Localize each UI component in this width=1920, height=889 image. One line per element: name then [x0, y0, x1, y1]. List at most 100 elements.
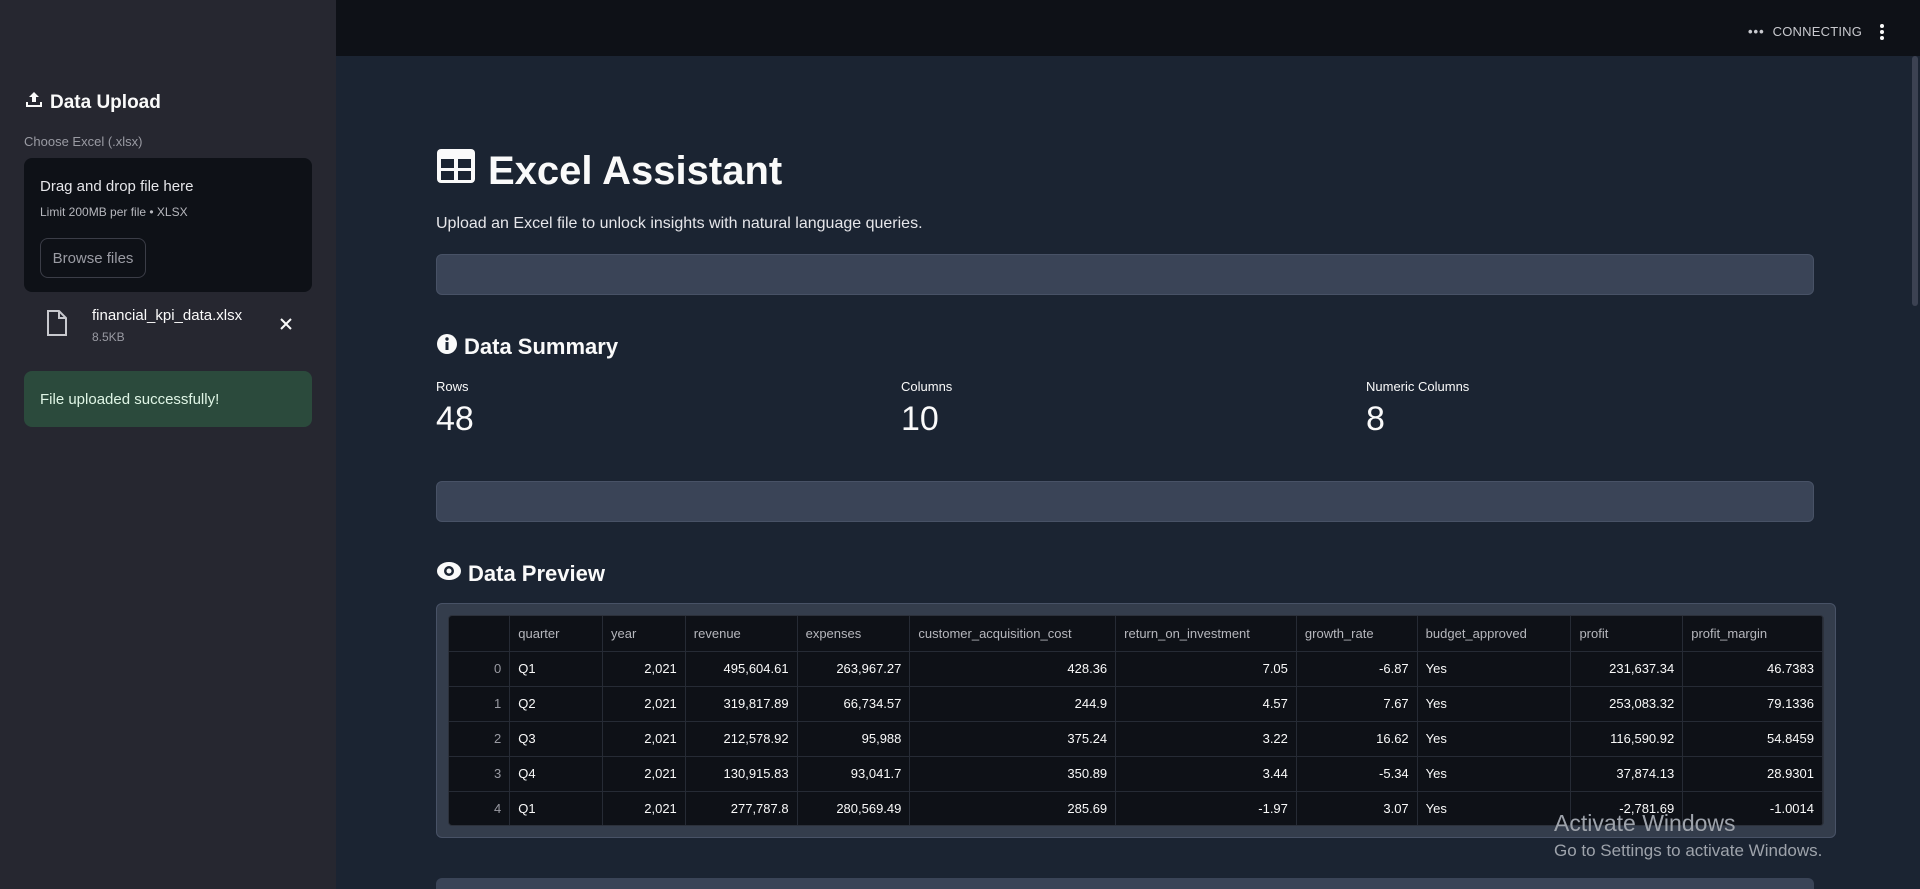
- dropzone-limit: Limit 200MB per file • XLSX: [40, 205, 188, 219]
- browse-files-button[interactable]: Browse files: [40, 238, 146, 278]
- table-cell[interactable]: 263,967.27: [797, 651, 911, 687]
- row-index[interactable]: 4: [449, 791, 511, 825]
- row-index[interactable]: 0: [449, 651, 511, 687]
- table-cell[interactable]: 130,915.83: [685, 756, 798, 792]
- row-index[interactable]: 3: [449, 756, 511, 792]
- info-icon: [436, 333, 458, 361]
- eye-icon: [436, 560, 462, 588]
- table-cell[interactable]: 253,083.32: [1570, 686, 1684, 722]
- table-cell[interactable]: 66,734.57: [797, 686, 911, 722]
- data-summary-heading: Data Summary: [436, 333, 618, 361]
- table-cell[interactable]: Yes: [1417, 721, 1572, 757]
- watermark-subtitle: Go to Settings to activate Windows.: [1554, 841, 1823, 860]
- uploaded-file: financial_kpi_data.xlsx 8.5KB: [24, 300, 312, 348]
- file-dropzone[interactable]: Drag and drop file here Limit 200MB per …: [24, 158, 312, 292]
- table-cell[interactable]: Q3: [509, 721, 604, 757]
- file-name: financial_kpi_data.xlsx: [92, 307, 243, 324]
- page-scrollbar[interactable]: [1912, 56, 1918, 306]
- table-cell[interactable]: 2,021: [602, 651, 686, 687]
- table-cell[interactable]: 244.9: [909, 686, 1117, 722]
- table-cell[interactable]: 428.36: [909, 651, 1117, 687]
- file-size: 8.5KB: [92, 330, 125, 344]
- metric-label: Numeric Columns: [1366, 379, 1470, 394]
- table-cell[interactable]: 116,590.92: [1570, 721, 1684, 757]
- success-alert: File uploaded successfully!: [24, 371, 312, 427]
- table-cell[interactable]: -1.97: [1115, 791, 1297, 825]
- metric-rows: Rows 48: [436, 379, 474, 439]
- row-index[interactable]: 1: [449, 686, 511, 722]
- column-header[interactable]: expenses: [797, 616, 911, 652]
- table-cell[interactable]: 212,578.92: [685, 721, 798, 757]
- table-cell[interactable]: 3.22: [1115, 721, 1297, 757]
- table-row: 3 Q4 2,021 130,915.83 93,041.7 350.89 3.44 -5.3…: [449, 756, 1823, 792]
- table-cell[interactable]: 79.1336: [1682, 686, 1823, 722]
- row-index[interactable]: 2: [449, 721, 511, 757]
- table-cell[interactable]: 280,569.49: [797, 791, 911, 825]
- sidebar: Data Upload Choose Excel (.xlsx) Drag an…: [0, 0, 336, 889]
- column-header[interactable]: year: [602, 616, 686, 652]
- column-header[interactable]: return_on_investment: [1115, 616, 1297, 652]
- data-summary-title: Data Summary: [464, 334, 619, 359]
- table-cell[interactable]: 95,988: [797, 721, 911, 757]
- sidebar-title: Data Upload: [24, 90, 161, 116]
- placeholder-bar: [436, 481, 1814, 522]
- column-header[interactable]: quarter: [509, 616, 604, 652]
- table-cell[interactable]: 2,021: [602, 791, 686, 825]
- table-cell[interactable]: 37,874.13: [1570, 756, 1684, 792]
- table-cell[interactable]: 285.69: [909, 791, 1117, 825]
- table-icon: [436, 148, 476, 194]
- data-preview-heading: Data Preview: [436, 560, 605, 588]
- table-cell[interactable]: 2,021: [602, 756, 686, 792]
- table-cell[interactable]: 231,637.34: [1570, 651, 1684, 687]
- column-header[interactable]: profit_margin: [1682, 616, 1823, 652]
- table-cell[interactable]: -6.87: [1296, 651, 1418, 687]
- table-cell[interactable]: Q2: [509, 686, 604, 722]
- table-cell[interactable]: 3.07: [1296, 791, 1418, 825]
- table-cell[interactable]: Yes: [1417, 791, 1572, 825]
- table-cell[interactable]: 46.7383: [1682, 651, 1823, 687]
- main-menu-icon[interactable]: [1872, 22, 1892, 42]
- data-preview-container: quarter year revenue expenses customer_a…: [436, 603, 1836, 838]
- table-cell[interactable]: Yes: [1417, 651, 1572, 687]
- status-text: CONNECTING: [1772, 24, 1863, 39]
- column-header[interactable]: [449, 616, 511, 652]
- table-cell[interactable]: 54.8459: [1682, 721, 1823, 757]
- column-header[interactable]: customer_acquisition_cost: [909, 616, 1117, 652]
- column-header[interactable]: growth_rate: [1296, 616, 1418, 652]
- file-icon: [46, 310, 68, 336]
- table-cell[interactable]: 2,021: [602, 721, 686, 757]
- table-cell[interactable]: 350.89: [909, 756, 1117, 792]
- remove-file-icon[interactable]: [276, 314, 296, 334]
- column-header[interactable]: revenue: [685, 616, 798, 652]
- table-cell[interactable]: Q4: [509, 756, 604, 792]
- data-preview-table[interactable]: quarter year revenue expenses customer_a…: [448, 615, 1824, 826]
- table-cell[interactable]: 3.44: [1115, 756, 1297, 792]
- page-title-text: Excel Assistant: [488, 148, 783, 193]
- table-cell[interactable]: 375.24: [909, 721, 1117, 757]
- table-cell[interactable]: 7.67: [1296, 686, 1418, 722]
- table-row: 1 Q2 2,021 319,817.89 66,734.57 244.9 4.57 7.67…: [449, 686, 1823, 722]
- table-cell[interactable]: 277,787.8: [685, 791, 798, 825]
- placeholder-bar: [436, 878, 1814, 889]
- table-cell[interactable]: 319,817.89: [685, 686, 798, 722]
- table-cell[interactable]: 4.57: [1115, 686, 1297, 722]
- table-cell[interactable]: 495,604.61: [685, 651, 798, 687]
- table-row: 2 Q3 2,021 212,578.92 95,988 375.24 3.22 16.62 Y…: [449, 721, 1823, 757]
- table-cell[interactable]: Q1: [509, 651, 604, 687]
- table-cell[interactable]: 16.62: [1296, 721, 1418, 757]
- watermark-title: Activate Windows: [1554, 810, 1736, 836]
- table-cell[interactable]: 2,021: [602, 686, 686, 722]
- table-cell[interactable]: 93,041.7: [797, 756, 911, 792]
- dropzone-text: Drag and drop file here: [40, 178, 194, 195]
- table-cell[interactable]: 28.9301: [1682, 756, 1823, 792]
- upload-label: Choose Excel (.xlsx): [24, 134, 143, 149]
- table-cell[interactable]: Q1: [509, 791, 604, 825]
- table-cell[interactable]: Yes: [1417, 756, 1572, 792]
- table-cell[interactable]: Yes: [1417, 686, 1572, 722]
- column-header[interactable]: budget_approved: [1417, 616, 1572, 652]
- connection-status: ••• CONNECTING: [1748, 24, 1862, 39]
- table-cell[interactable]: -5.34: [1296, 756, 1418, 792]
- column-header[interactable]: profit: [1570, 616, 1684, 652]
- table-cell[interactable]: 7.05: [1115, 651, 1297, 687]
- metric-label: Columns: [901, 379, 953, 394]
